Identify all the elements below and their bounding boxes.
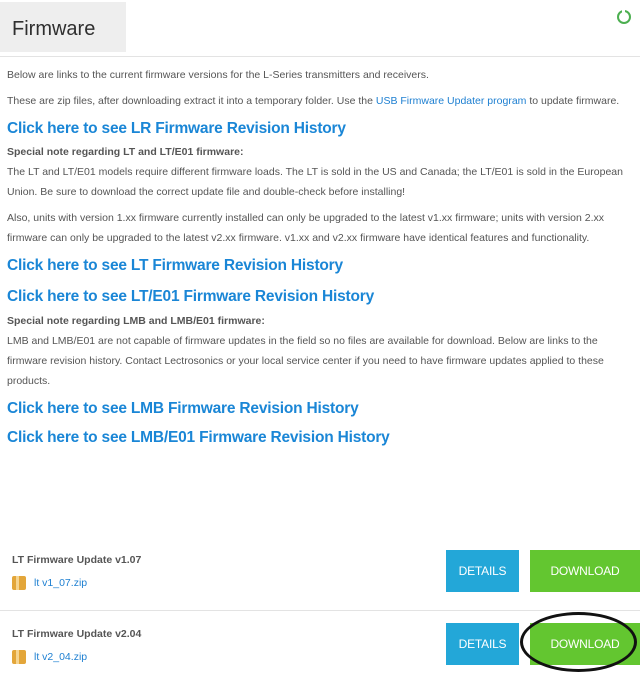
firmware-page: Firmware Below are links to the current … [0,0,640,677]
details-button[interactable]: DETAILS [446,623,519,665]
lmbe01-firmware-history-link[interactable]: Click here to see LMB/E01 Firmware Revis… [7,427,637,449]
lt-firmware-history-link[interactable]: Click here to see LT Firmware Revision H… [7,255,637,277]
zip-file-icon [12,650,26,664]
header-divider [0,56,640,57]
title-tab: Firmware [0,2,126,52]
download-title: LT Firmware Update v1.07 [12,554,142,566]
collapse-toggle-icon[interactable] [617,9,631,24]
download-button[interactable]: DOWNLOAD [530,550,640,592]
lmb-firmware-history-link[interactable]: Click here to see LMB Firmware Revision … [7,398,637,420]
zip-file-link[interactable]: lt v2_04.zip [34,651,87,663]
intro-text-before: These are zip files, after downloading e… [7,95,376,107]
firmware-content: Below are links to the current firmware … [7,60,637,449]
lmb-note-title: Special note regarding LMB and LMB/E01 f… [7,315,265,327]
page-title: Firmware [12,18,96,40]
zip-file-icon [12,576,26,590]
details-button[interactable]: DETAILS [446,550,519,592]
intro-line-1: Below are links to the current firmware … [7,69,429,81]
download-row: LT Firmware Update v1.07 lt v1_07.zip DE… [0,548,640,608]
lr-firmware-history-link[interactable]: Click here to see LR Firmware Revision H… [7,118,637,140]
lt-note-body-2: Also, units with version 1.xx firmware c… [7,212,605,244]
intro-line-2: These are zip files, after downloading e… [7,91,637,111]
intro-text-after: to update firmware. [526,95,620,107]
download-highlight-circle [520,612,637,672]
lte01-firmware-history-link[interactable]: Click here to see LT/E01 Firmware Revisi… [7,286,637,308]
lt-note-title: Special note regarding LT and LT/E01 fir… [7,146,244,158]
usb-firmware-updater-link[interactable]: USB Firmware Updater program [376,95,527,107]
download-title: LT Firmware Update v2.04 [12,628,142,640]
row-divider [0,610,640,611]
section-header: Firmware [0,0,640,56]
lt-note-body-1: The LT and LT/E01 models require differe… [7,166,623,198]
lmb-note-body: LMB and LMB/E01 are not capable of firmw… [7,335,604,387]
zip-file-link[interactable]: lt v1_07.zip [34,577,87,589]
